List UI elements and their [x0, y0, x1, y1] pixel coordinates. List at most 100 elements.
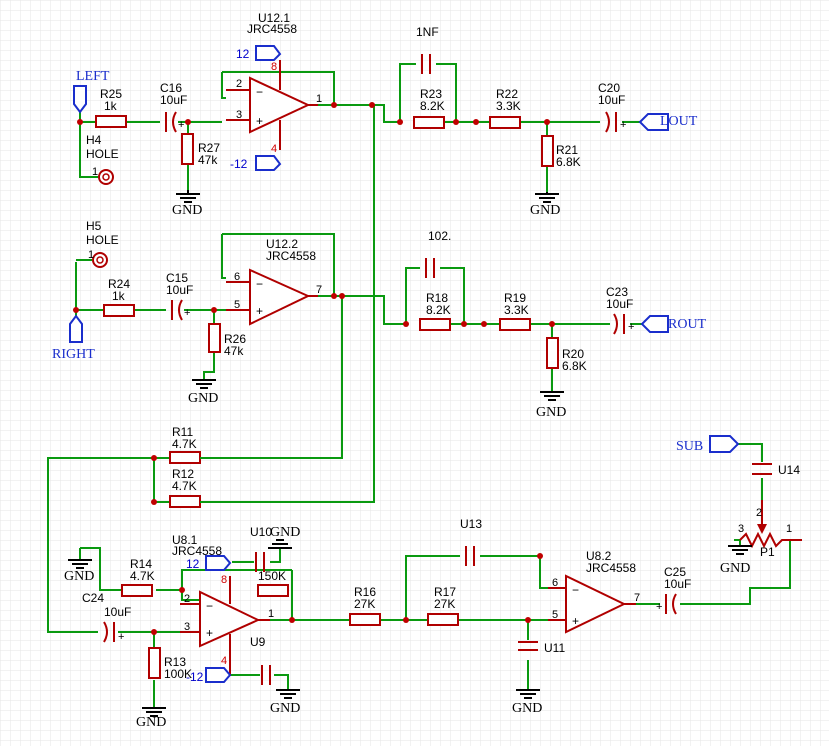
svg-text:5: 5 [234, 299, 240, 311]
svg-text:P1: P1 [760, 545, 775, 559]
power-flag-u12-pos: 12 [236, 45, 282, 61]
svg-text:GND: GND [188, 391, 218, 406]
svg-text:GND: GND [64, 569, 94, 584]
svg-text:+: + [656, 601, 662, 613]
svg-text:RIGHT: RIGHT [52, 347, 95, 362]
svg-text:4: 4 [271, 143, 277, 155]
power-flag-u8-pos: 12 [186, 555, 232, 571]
svg-text:+: + [628, 321, 634, 333]
svg-text:8: 8 [271, 61, 277, 73]
power-flag-u8-neg: -12 [186, 667, 232, 684]
svg-text:3: 3 [738, 523, 744, 535]
svg-text:+: + [572, 614, 579, 628]
svg-text:GND: GND [720, 561, 750, 576]
gnd-r27: GND [172, 190, 202, 218]
svg-text:27K: 27K [354, 597, 375, 611]
svg-text:-12: -12 [230, 157, 248, 171]
svg-text:LEFT: LEFT [76, 69, 110, 84]
svg-text:LOUT: LOUT [660, 114, 698, 129]
svg-text:+: + [256, 304, 263, 318]
svg-text:U11: U11 [544, 641, 565, 655]
svg-text:4.7K: 4.7K [130, 569, 155, 583]
svg-text:12: 12 [186, 557, 200, 571]
svg-text:3: 3 [236, 109, 242, 121]
u12-2-part: JRC4558 [266, 249, 316, 263]
svg-text:GND: GND [270, 525, 300, 540]
svg-text:HOLE: HOLE [86, 147, 119, 161]
resistor-r19: R19 3.3K [499, 291, 531, 331]
svg-text:1: 1 [786, 523, 792, 535]
net-lout: LOUT [638, 113, 698, 131]
svg-text:10uF: 10uF [166, 283, 193, 297]
svg-text:−: − [256, 85, 263, 99]
net-rout: ROUT [640, 315, 707, 333]
svg-text:150K: 150K [258, 569, 286, 583]
svg-text:102.: 102. [428, 229, 451, 243]
svg-text:10uF: 10uF [160, 93, 187, 107]
svg-text:2: 2 [236, 78, 242, 90]
svg-text:+: + [620, 119, 626, 131]
svg-text:U14: U14 [778, 463, 800, 477]
svg-text:U13: U13 [460, 517, 482, 531]
power-flag-u12-neg: -12 [230, 155, 282, 171]
svg-text:1k: 1k [112, 289, 126, 303]
svg-text:SUB: SUB [676, 439, 703, 454]
resistor-150k: 150K [257, 569, 289, 597]
svg-text:1k: 1k [104, 99, 118, 113]
svg-text:4: 4 [221, 655, 227, 667]
svg-text:HOLE: HOLE [86, 233, 119, 247]
svg-text:27K: 27K [434, 597, 455, 611]
svg-text:+: + [184, 307, 190, 319]
svg-text:4.7K: 4.7K [172, 437, 197, 451]
svg-text:GND: GND [172, 203, 202, 218]
svg-text:8: 8 [221, 574, 227, 586]
svg-text:1NF: 1NF [416, 25, 439, 39]
svg-text:GND: GND [530, 203, 560, 218]
svg-text:3.3K: 3.3K [504, 303, 529, 317]
svg-text:6: 6 [234, 271, 240, 283]
svg-text:3.3K: 3.3K [496, 99, 521, 113]
svg-text:-12: -12 [186, 670, 204, 684]
svg-text:−: − [256, 277, 263, 291]
svg-text:−: − [206, 599, 213, 613]
svg-text:−: − [572, 583, 579, 597]
svg-text:ROUT: ROUT [668, 317, 707, 332]
svg-text:12: 12 [236, 47, 250, 61]
svg-text:C24: C24 [82, 591, 104, 605]
svg-text:7: 7 [634, 592, 640, 604]
svg-text:4.7K: 4.7K [172, 479, 197, 493]
svg-text:47k: 47k [198, 153, 218, 167]
svg-text:10uF: 10uF [606, 297, 633, 311]
svg-text:1: 1 [268, 608, 274, 620]
svg-text:+: + [206, 626, 213, 640]
svg-text:+: + [256, 114, 263, 128]
svg-text:GND: GND [512, 701, 542, 716]
svg-text:8.2K: 8.2K [426, 303, 451, 317]
svg-text:GND: GND [536, 405, 566, 420]
schematic-sheet: − + 2 3 1 8 4 U12.1 JRC4558 − + 6 5 7 U1… [0, 0, 829, 746]
u12-1-part: JRC4558 [247, 22, 297, 36]
svg-text:10uF: 10uF [104, 605, 131, 619]
svg-text:6.8K: 6.8K [556, 155, 581, 169]
svg-text:7: 7 [316, 284, 322, 296]
svg-text:+: + [178, 119, 184, 131]
svg-text:2: 2 [756, 507, 762, 519]
svg-text:47k: 47k [224, 344, 244, 358]
svg-text:U10: U10 [250, 525, 272, 539]
svg-text:GND: GND [136, 715, 166, 730]
svg-text:3: 3 [184, 621, 190, 633]
svg-text:10uF: 10uF [598, 93, 625, 107]
svg-text:1: 1 [92, 166, 98, 178]
svg-text:+: + [118, 631, 124, 643]
u8-2-part: JRC4558 [586, 561, 636, 575]
svg-text:GND: GND [270, 701, 300, 716]
svg-text:10uF: 10uF [664, 577, 691, 591]
svg-text:H5: H5 [86, 219, 102, 233]
svg-text:2: 2 [184, 593, 190, 605]
svg-text:6.8K: 6.8K [562, 359, 587, 373]
u9-label: U9 [250, 635, 266, 649]
svg-text:H4: H4 [86, 133, 102, 147]
svg-text:1: 1 [88, 249, 94, 261]
svg-text:5: 5 [552, 609, 558, 621]
svg-text:6: 6 [552, 577, 558, 589]
